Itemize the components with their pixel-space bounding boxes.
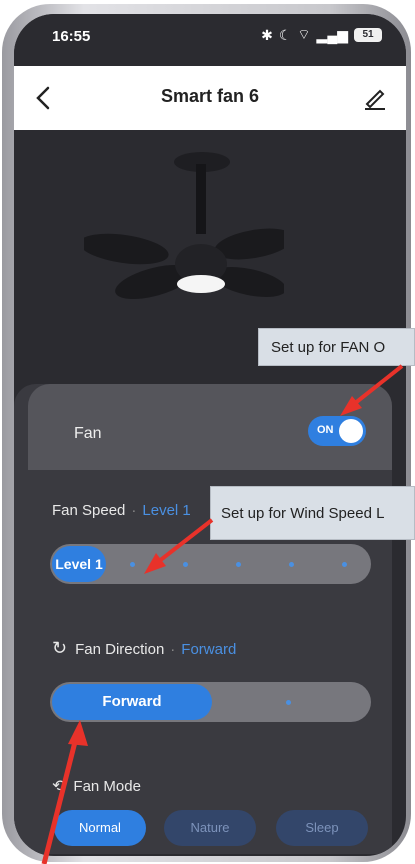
speed-step-dot bbox=[236, 562, 241, 567]
fan-direction-pill: Forward bbox=[52, 684, 212, 720]
status-time: 16:55 bbox=[52, 28, 91, 45]
fan-speed-value: Level 1 bbox=[142, 502, 191, 519]
mode-sleep-button[interactable]: Sleep bbox=[276, 810, 368, 846]
fan-power-toggle[interactable]: ON bbox=[308, 416, 366, 446]
moon-icon: ☾ bbox=[278, 26, 292, 43]
mode-normal-button[interactable]: Normal bbox=[54, 810, 146, 846]
mode-icon: ⟲ bbox=[52, 778, 66, 795]
fan-speed-slider[interactable]: Level 1 bbox=[50, 544, 371, 584]
speed-step-dot bbox=[342, 562, 347, 567]
fan-mode-row: ⟲ Fan Mode bbox=[52, 776, 141, 796]
fan-speed-row: Fan Speed · Level 1 bbox=[52, 502, 191, 519]
battery-icon: 51 bbox=[354, 28, 382, 42]
fan-direction-label: Fan Direction bbox=[75, 641, 165, 658]
fan-mode-label: Fan Mode bbox=[73, 778, 141, 795]
fan-direction-value: Forward bbox=[181, 641, 237, 658]
mode-nature-button[interactable]: Nature bbox=[164, 810, 256, 846]
toggle-state-label: ON bbox=[317, 424, 334, 436]
speed-step-dot bbox=[130, 562, 135, 567]
signal-icon: ▂▄▆ bbox=[316, 26, 348, 43]
fan-speed-pill: Level 1 bbox=[52, 546, 106, 582]
page-title: Smart fan 6 bbox=[160, 86, 260, 106]
app-header: Smart fan 6 bbox=[14, 66, 406, 130]
toggle-knob bbox=[339, 419, 363, 443]
phone-mockup: 16:55 ✱ ☾ ⌔ ▂▄▆ 51 Smart fan 6 Fan ON Fa… bbox=[0, 0, 415, 864]
fan-direction-switch[interactable]: Forward bbox=[50, 682, 371, 722]
refresh-icon: ↻ bbox=[52, 638, 68, 658]
fan-direction-row: ↻ Fan Direction · Forward bbox=[52, 638, 237, 658]
status-icons: ✱ ☾ ⌔ ▂▄▆ 51 bbox=[261, 26, 382, 44]
wifi-icon: ⌔ bbox=[297, 26, 311, 42]
status-bar: 16:55 ✱ ☾ ⌔ ▂▄▆ 51 bbox=[14, 14, 406, 66]
fan-illustration bbox=[84, 152, 284, 300]
speed-step-dot bbox=[183, 562, 188, 567]
bluetooth-icon: ✱ bbox=[261, 26, 273, 43]
annotation-fan-on: Set up for FAN O bbox=[258, 328, 415, 366]
edit-icon[interactable] bbox=[362, 84, 388, 110]
fan-label: Fan bbox=[74, 425, 102, 442]
direction-option-dot bbox=[286, 700, 291, 705]
speed-step-dot bbox=[289, 562, 294, 567]
annotation-wind-speed: Set up for Wind Speed L bbox=[210, 486, 415, 540]
fan-speed-label: Fan Speed bbox=[52, 502, 126, 519]
